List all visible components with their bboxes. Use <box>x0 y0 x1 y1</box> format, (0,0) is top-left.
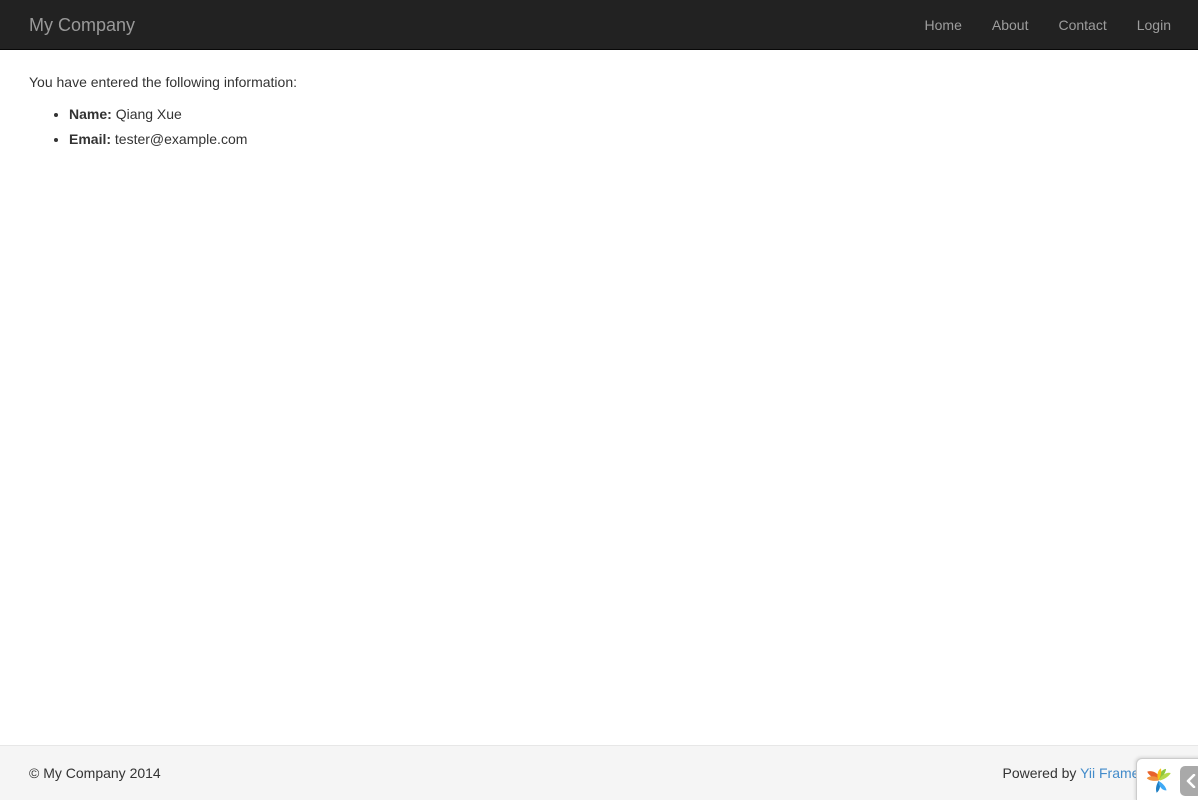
footer-copyright: © My Company 2014 <box>29 763 161 783</box>
field-value-name: Qiang Xue <box>116 106 182 122</box>
field-label-name: Name: <box>69 106 112 122</box>
list-item: Name: Qiang Xue <box>69 102 1183 127</box>
nav-link-contact[interactable]: Contact <box>1043 0 1121 50</box>
list-item: Email: tester@example.com <box>69 127 1183 152</box>
page-footer: © My Company 2014 Powered by Yii Framewo… <box>0 745 1198 800</box>
field-label-email: Email: <box>69 131 111 147</box>
nav-link-home[interactable]: Home <box>910 0 977 50</box>
nav-item-contact[interactable]: Contact <box>1043 0 1121 50</box>
powered-by-label: Powered by <box>1002 765 1080 781</box>
main-container: You have entered the following informati… <box>0 51 1198 162</box>
nav-item-home[interactable]: Home <box>910 0 977 50</box>
chevron-left-icon[interactable] <box>1180 766 1198 796</box>
nav-item-about[interactable]: About <box>977 0 1044 50</box>
debug-toolbar-widget[interactable] <box>1136 758 1198 800</box>
top-navbar: My Company Home About Contact Login <box>0 0 1198 50</box>
navbar-brand[interactable]: My Company <box>14 0 150 50</box>
page-root: My Company Home About Contact Login You … <box>0 0 1198 800</box>
navbar-menu: Home About Contact Login <box>910 0 1186 50</box>
confirmation-message: You have entered the following informati… <box>29 72 1183 92</box>
submitted-info-list: Name: Qiang Xue Email: tester@example.co… <box>29 102 1183 152</box>
nav-link-about[interactable]: About <box>977 0 1044 50</box>
nav-item-login[interactable]: Login <box>1122 0 1186 50</box>
footer-inner: © My Company 2014 Powered by Yii Framewo… <box>0 746 1198 800</box>
field-value-email: tester@example.com <box>115 131 247 147</box>
yii-logo-icon <box>1144 766 1174 796</box>
nav-link-login[interactable]: Login <box>1122 0 1186 50</box>
content-wrapper: You have entered the following informati… <box>15 51 1183 152</box>
